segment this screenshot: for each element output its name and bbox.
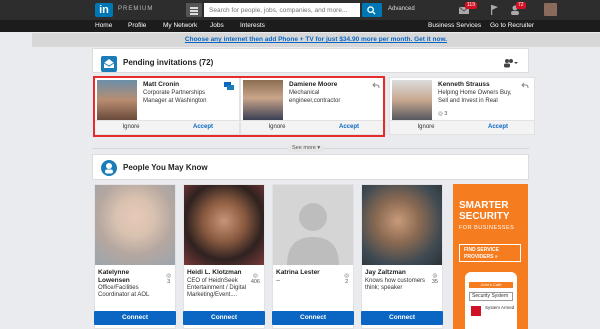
accept-button[interactable]: Accept bbox=[167, 124, 239, 130]
nav-my-network[interactable]: My Network bbox=[163, 22, 197, 29]
pymk-photo[interactable] bbox=[362, 185, 442, 265]
reply-icon[interactable] bbox=[372, 82, 380, 89]
message-icon[interactable] bbox=[224, 82, 234, 91]
shared-connections: ◎ 3 bbox=[166, 273, 171, 285]
invitation-photo[interactable] bbox=[97, 80, 137, 120]
search-input[interactable] bbox=[204, 3, 360, 17]
invitation-name[interactable]: Damiene Moore bbox=[289, 81, 337, 88]
ad-phone-graphic: John's Cafe Security System System Armed bbox=[465, 272, 517, 329]
connect-button[interactable]: Connect bbox=[94, 311, 176, 325]
pymk-name[interactable]: Katelynne Lowensen bbox=[98, 269, 158, 284]
shared-connections-count: 2 bbox=[345, 279, 349, 285]
lock-icon bbox=[471, 306, 481, 316]
search-icon bbox=[367, 6, 376, 15]
promo-link[interactable]: Choose any internet then add Phone + TV … bbox=[185, 36, 447, 43]
default-avatar-icon bbox=[287, 203, 339, 265]
pymk-photo[interactable] bbox=[184, 185, 264, 265]
connect-button[interactable]: Connect bbox=[272, 311, 354, 325]
pymk-card: Jay Zaltzman Knows how customers think; … bbox=[361, 184, 443, 329]
flag-icon[interactable] bbox=[488, 4, 500, 16]
nav-bar: Home Profile My Network Jobs Interests B… bbox=[0, 20, 600, 32]
shared-connections: ◎ 35 bbox=[432, 273, 438, 285]
invitation-name[interactable]: Matt Cronin bbox=[143, 81, 179, 88]
nav-interests[interactable]: Interests bbox=[240, 22, 265, 29]
notifications-badge: 72 bbox=[516, 2, 526, 9]
invitation-card: Damiene Moore Mechanical engineer,contra… bbox=[240, 77, 386, 135]
pymk-card: Heidi L. Klotzman CEO of HeidnSeek Enter… bbox=[183, 184, 265, 329]
invitation-title: Mechanical engineer,contractor bbox=[289, 90, 341, 104]
chevron-down-icon: ▾ bbox=[317, 145, 321, 151]
ad-phone-bar: John's Cafe bbox=[469, 282, 513, 288]
ad-headline: SMARTER SECURITY bbox=[459, 200, 510, 222]
pymk-card: Katelynne Lowensen Office/Facilities Coo… bbox=[94, 184, 176, 329]
linkedin-logo[interactable]: in bbox=[95, 3, 113, 17]
shared-connections-count: 3 bbox=[444, 111, 448, 117]
nav-business-services[interactable]: Business Services bbox=[428, 22, 481, 29]
reply-icon[interactable] bbox=[521, 82, 529, 89]
invitation-title: Helping Home Owners Buy, Sell and Invest… bbox=[438, 90, 512, 104]
ad-phone-status: System Armed bbox=[485, 305, 515, 310]
premium-label: PREMIUM bbox=[118, 6, 154, 12]
pymk-name[interactable]: Jay Zaltzman bbox=[365, 269, 425, 277]
nav-go-to-recruiter[interactable]: Go to Recruiter bbox=[490, 22, 534, 29]
advanced-search-link[interactable]: Advanced bbox=[388, 6, 415, 12]
pending-invitations-header: Pending invitations (72) bbox=[92, 48, 529, 73]
invitation-actions: Ignore Accept bbox=[390, 120, 534, 134]
search-menu-button[interactable] bbox=[186, 3, 202, 17]
shared-connections-count: 35 bbox=[431, 279, 438, 285]
shared-connections-count: 3 bbox=[167, 279, 171, 285]
promo-banner: Choose any internet then add Phone + TV … bbox=[32, 33, 600, 47]
ignore-button[interactable]: Ignore bbox=[95, 124, 167, 130]
search-button[interactable] bbox=[362, 3, 382, 17]
accept-button[interactable]: Accept bbox=[313, 124, 385, 130]
ignore-button[interactable]: Ignore bbox=[241, 124, 313, 130]
connections-icon: ◎ bbox=[438, 111, 443, 117]
invitation-actions: Ignore Accept bbox=[95, 120, 239, 134]
see-more-button[interactable]: See more ▾ bbox=[288, 145, 325, 152]
see-more-label: See more bbox=[292, 145, 316, 151]
invitation-card: Matt Cronin Corporate Partnerships Manag… bbox=[94, 77, 240, 135]
ad-headline-1: SMARTER bbox=[459, 200, 509, 211]
pymk-photo[interactable] bbox=[95, 185, 175, 265]
shared-connections: ◎ 2 bbox=[344, 273, 349, 285]
invitation-title: Corporate Partnerships Manager at Washin… bbox=[143, 90, 207, 104]
pymk-title: -- bbox=[276, 278, 280, 284]
top-bar: in PREMIUM Advanced 119 72 bbox=[0, 0, 600, 20]
messages-badge: 119 bbox=[465, 2, 477, 9]
people-filter-icon[interactable] bbox=[502, 58, 518, 68]
connect-button[interactable]: Connect bbox=[183, 311, 265, 325]
pymk-title: People You May Know bbox=[123, 163, 208, 172]
invitation-name[interactable]: Kenneth Strauss bbox=[438, 81, 490, 88]
shared-connections: ◎ 406 bbox=[251, 273, 260, 285]
pymk-title: Knows how customers think; speaker bbox=[365, 278, 426, 291]
accept-button[interactable]: Accept bbox=[462, 124, 534, 130]
pymk-photo-placeholder[interactable] bbox=[273, 185, 353, 265]
ad-cta-button[interactable]: FIND SERVICE PROVIDERS » bbox=[459, 244, 521, 262]
pymk-card: Katrina Lester -- ◎ 2 bbox=[272, 184, 354, 329]
shared-connections: ◎ 3 bbox=[438, 111, 447, 117]
invitation-photo[interactable] bbox=[243, 80, 283, 120]
pymk-name[interactable]: Heidi L. Klotzman bbox=[187, 269, 247, 277]
nav-home[interactable]: Home bbox=[95, 22, 112, 29]
nav-jobs[interactable]: Jobs bbox=[210, 22, 224, 29]
ad-subheadline: FOR BUSINESSES bbox=[459, 225, 515, 231]
invitation-actions: Ignore Accept bbox=[241, 120, 385, 134]
nav-profile[interactable]: Profile bbox=[128, 22, 146, 29]
pymk-name[interactable]: Katrina Lester bbox=[276, 269, 336, 277]
pymk-title: CEO of HeidnSeek Entertainment / Digital… bbox=[187, 278, 247, 298]
invitation-photo[interactable] bbox=[392, 80, 432, 120]
user-avatar[interactable] bbox=[544, 3, 557, 16]
ad-headline-2: SECURITY bbox=[459, 211, 510, 222]
invitations-title: Pending invitations (72) bbox=[123, 58, 214, 67]
pymk-icon bbox=[101, 160, 117, 176]
pymk-title: Office/Facilities Coordinator at AOL bbox=[98, 285, 150, 298]
ignore-button[interactable]: Ignore bbox=[390, 124, 462, 130]
security-ad[interactable]: SMARTER SECURITY FOR BUSINESSES FIND SERV… bbox=[453, 184, 528, 329]
invitations-icon bbox=[101, 56, 117, 72]
shared-connections-count: 406 bbox=[250, 279, 260, 285]
ad-phone-field: Security System bbox=[469, 292, 513, 301]
connect-button[interactable]: Connect bbox=[361, 311, 443, 325]
pymk-header: People You May Know bbox=[92, 154, 529, 180]
invitation-card: Kenneth Strauss Helping Home Owners Buy,… bbox=[389, 77, 535, 135]
